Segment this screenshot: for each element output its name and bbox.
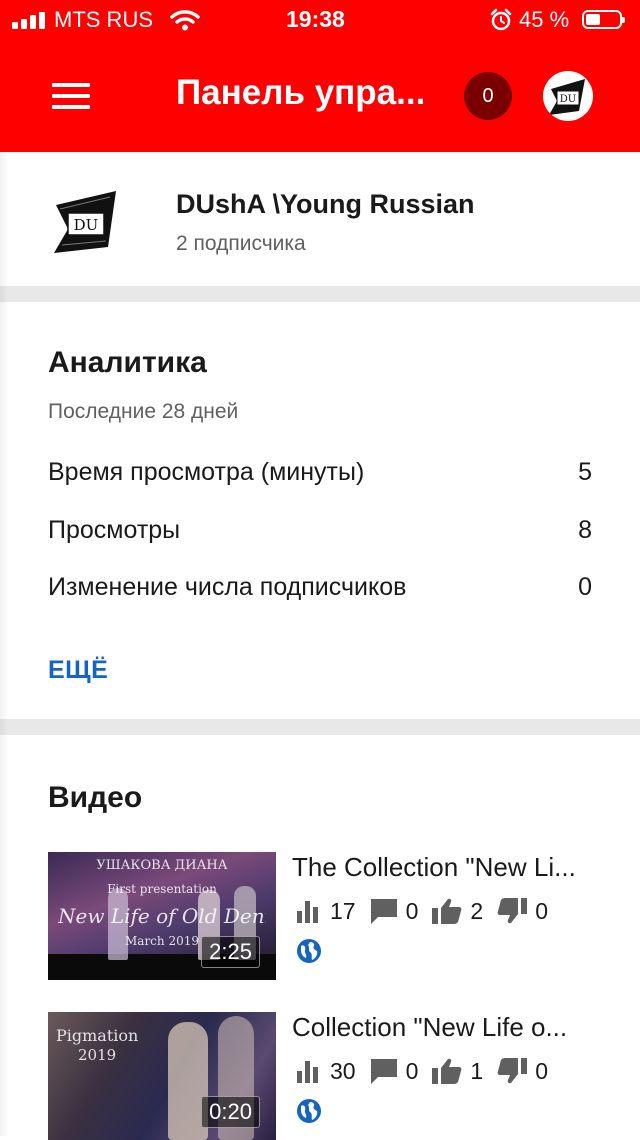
avatar[interactable]: DU — [543, 71, 593, 121]
battery-icon — [582, 10, 625, 29]
video-title[interactable]: The Collection "New Li... — [292, 852, 597, 883]
video-item[interactable]: Pigmation 2019 0:20 Collection "New Life… — [48, 1012, 608, 1140]
thumbnail-text: 2019 — [78, 1046, 117, 1064]
video-title[interactable]: Collection "New Life o... — [292, 1012, 597, 1043]
thumbnail-text: Pigmation — [56, 1026, 139, 1045]
analytics-card: Аналитика Последние 28 дней Время просмо… — [0, 302, 640, 719]
video-duration: 2:25 — [201, 936, 260, 968]
more-analytics-link[interactable]: ЕЩЁ — [48, 656, 108, 685]
section-divider — [0, 719, 640, 735]
app-bar: Панель упра... 0 DU — [0, 40, 640, 152]
channel-header[interactable]: DU DUshA \Young Russian 2 подписчика — [0, 152, 640, 286]
comment-icon — [370, 899, 397, 924]
analytics-period: Последние 28 дней — [48, 400, 239, 423]
video-item[interactable]: УШАКОВА ДИАНА First presentation New Lif… — [48, 852, 608, 980]
carrier-name: MTS RUS — [54, 7, 153, 32]
metric-label: Время просмотра (минуты) — [48, 458, 365, 486]
page-title: Панель упра... — [176, 73, 426, 112]
videos-card: Видео УШАКОВА ДИАНА First presentation N… — [0, 735, 640, 1140]
thumbnail-text: New Life of Old Denim — [58, 904, 266, 928]
battery-percent: 45 % — [519, 7, 570, 32]
dislikes-stat: 0 — [497, 1058, 548, 1085]
views-count: 30 — [330, 1057, 356, 1084]
bar-chart-icon — [297, 1061, 318, 1083]
menu-icon[interactable] — [52, 83, 90, 109]
thumbs-up-icon — [432, 1058, 462, 1084]
thumbs-up-icon — [432, 898, 462, 924]
video-duration: 0:20 — [201, 1096, 260, 1128]
metric-value: 0 — [578, 573, 592, 601]
notification-count: 0 — [482, 84, 494, 107]
likes-count: 1 — [470, 1057, 484, 1084]
video-thumbnail[interactable]: УШАКОВА ДИАНА First presentation New Lif… — [48, 852, 276, 980]
section-divider — [0, 286, 640, 302]
views-stat: 17 — [296, 898, 356, 925]
views-stat: 30 — [296, 1058, 356, 1085]
likes-stat: 2 — [432, 898, 483, 925]
metric-value: 5 — [578, 458, 592, 486]
thumbs-down-icon — [497, 898, 528, 924]
signal-icon — [12, 12, 45, 29]
comments-stat: 0 — [370, 1057, 419, 1085]
thumbnail-text: УШАКОВА ДИАНА — [96, 858, 228, 873]
clock: 19:38 — [286, 6, 345, 32]
thumbs-down-icon — [497, 1058, 528, 1084]
comments-stat: 0 — [370, 897, 419, 925]
likes-stat: 1 — [432, 1058, 483, 1085]
comments-count: 0 — [405, 1057, 419, 1084]
dislikes-count: 0 — [535, 1057, 548, 1084]
metric-value: 8 — [578, 516, 592, 544]
metric-row-subscribers: Изменение числа подписчиков 0 — [48, 573, 592, 609]
channel-name: DUshA \Young Russian — [176, 189, 475, 219]
globe-icon — [296, 1098, 322, 1129]
likes-count: 2 — [470, 897, 484, 924]
channel-logo-text: DU — [74, 216, 99, 234]
videos-title: Видео — [48, 781, 143, 814]
subscriber-count: 2 подписчика — [176, 232, 306, 255]
video-stats: 30 0 1 0 — [296, 1056, 562, 1086]
dislikes-stat: 0 — [497, 898, 548, 925]
views-count: 17 — [330, 897, 356, 924]
channel-logo: DU — [50, 185, 124, 257]
comment-icon — [370, 1059, 397, 1084]
dislikes-count: 0 — [535, 897, 548, 924]
metric-label: Изменение числа подписчиков — [48, 573, 407, 601]
thumbnail-text: First presentation — [107, 882, 217, 896]
globe-icon — [296, 938, 322, 969]
alarm-icon — [489, 8, 513, 37]
status-bar: MTS RUS 19:38 45 % — [0, 0, 640, 40]
metric-label: Просмотры — [48, 516, 181, 544]
notification-badge[interactable]: 0 — [464, 72, 512, 120]
analytics-title: Аналитика — [48, 346, 207, 379]
metric-row-views: Просмотры 8 — [48, 516, 592, 552]
metric-row-watch-time: Время просмотра (минуты) 5 — [48, 458, 592, 494]
video-thumbnail[interactable]: Pigmation 2019 0:20 — [48, 1012, 276, 1140]
avatar-logo-text: DU — [560, 94, 576, 105]
wifi-icon — [170, 9, 200, 36]
comments-count: 0 — [405, 897, 419, 924]
video-stats: 17 0 2 0 — [296, 896, 562, 926]
bar-chart-icon — [297, 901, 318, 923]
